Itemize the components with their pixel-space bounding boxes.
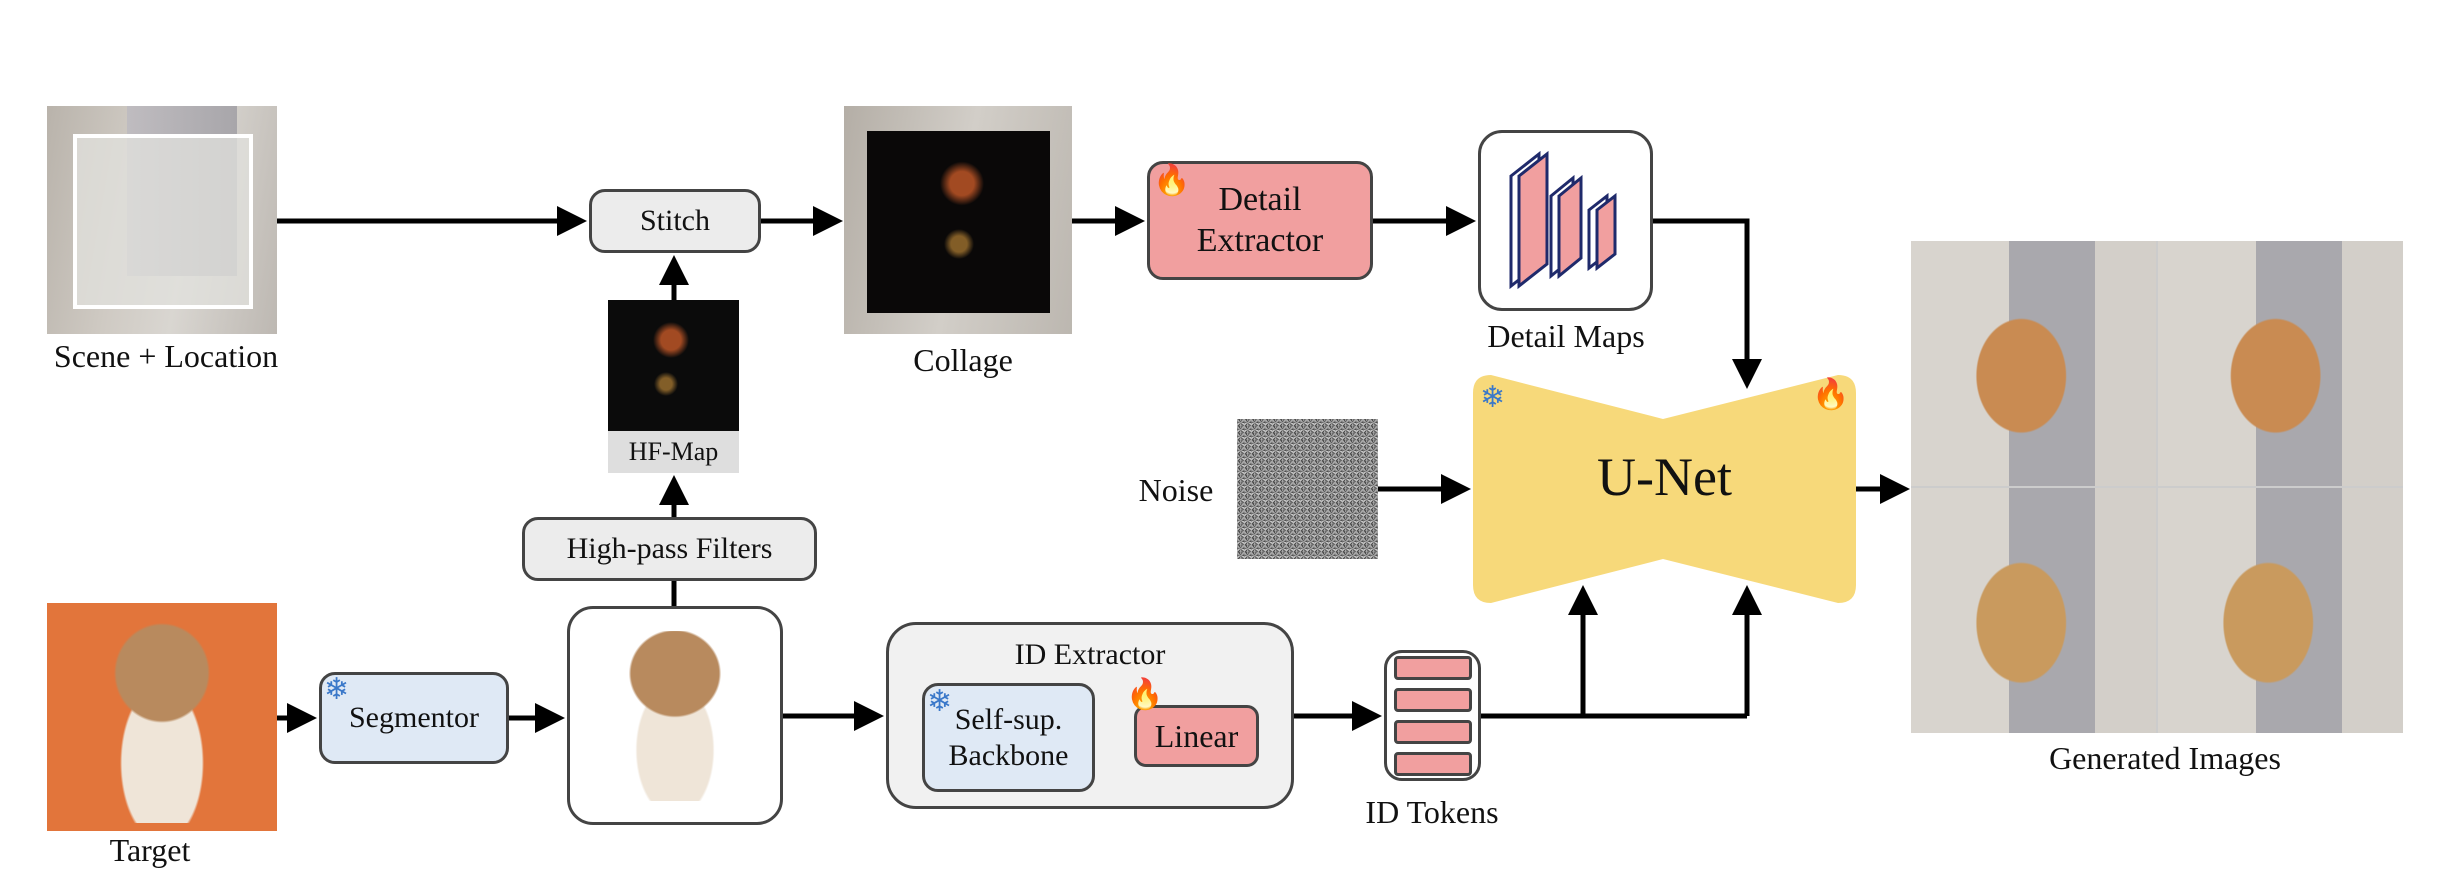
snowflake-icon: ❄ [324, 673, 350, 706]
segmentor-label: Segmentor [349, 701, 479, 734]
high-pass-filters-label: High-pass Filters [566, 532, 773, 565]
fire-icon: 🔥 [1126, 678, 1164, 711]
target-dog [102, 623, 222, 823]
feature-maps-icon [1509, 150, 1616, 289]
linear-label: Linear [1154, 717, 1239, 754]
detail-maps-box [1478, 130, 1653, 311]
arrow-maps-to-unet [1653, 218, 1762, 389]
backbone-label-line1: Self-sup. [954, 702, 1063, 736]
stitch-label: Stitch [639, 204, 710, 237]
generated-image [1911, 241, 2156, 486]
target-image [47, 603, 277, 831]
scene-image [47, 106, 277, 334]
id-tokens-label: ID Tokens [1365, 794, 1499, 830]
generated-images-label: Generated Images [2049, 740, 2281, 776]
noise-image [1237, 419, 1378, 559]
id-token [1393, 719, 1472, 744]
backbone-label-line2: Backbone [948, 738, 1069, 772]
generated-image [2158, 241, 2403, 486]
id-tokens-box [1384, 650, 1481, 781]
unet-label: U-Net [1597, 447, 1732, 507]
detail-extractor-label-line2: Extractor [1196, 221, 1324, 259]
high-pass-filters-box: High-pass Filters [522, 517, 817, 581]
id-token [1393, 655, 1472, 680]
generated-image [2158, 488, 2403, 733]
hf-map-image [608, 300, 739, 431]
detail-extractor-label-line1: Detail [1218, 180, 1302, 218]
id-extractor-label: ID Extractor [1014, 638, 1166, 671]
fire-icon: 🔥 [1812, 378, 1850, 411]
generated-images-grid [1911, 241, 2403, 733]
hf-map-details [646, 320, 696, 400]
scene-label: Scene + Location [53, 338, 279, 374]
snowflake-icon: ❄ [927, 685, 953, 718]
location-box [73, 134, 253, 309]
collage-label: Collage [913, 342, 1013, 378]
stitch-box: Stitch [589, 189, 761, 253]
fire-icon: 🔥 [1153, 164, 1191, 197]
linear-box: Linear [1134, 705, 1259, 767]
segmented-target-box [567, 606, 783, 825]
noise-label: Noise [1138, 472, 1214, 508]
id-token [1393, 751, 1472, 776]
detail-maps-label: Detail Maps [1487, 318, 1645, 354]
collage-image [844, 106, 1072, 334]
snowflake-icon: ❄ [1480, 381, 1506, 414]
id-token [1393, 687, 1472, 712]
hf-map-label: HF-Map [628, 437, 719, 466]
collage-hf-patch [867, 131, 1050, 313]
hf-map-label-band: HF-Map [608, 431, 739, 473]
generated-image [1911, 488, 2156, 733]
segmented-dog [620, 630, 730, 801]
target-label: Target [109, 832, 191, 868]
